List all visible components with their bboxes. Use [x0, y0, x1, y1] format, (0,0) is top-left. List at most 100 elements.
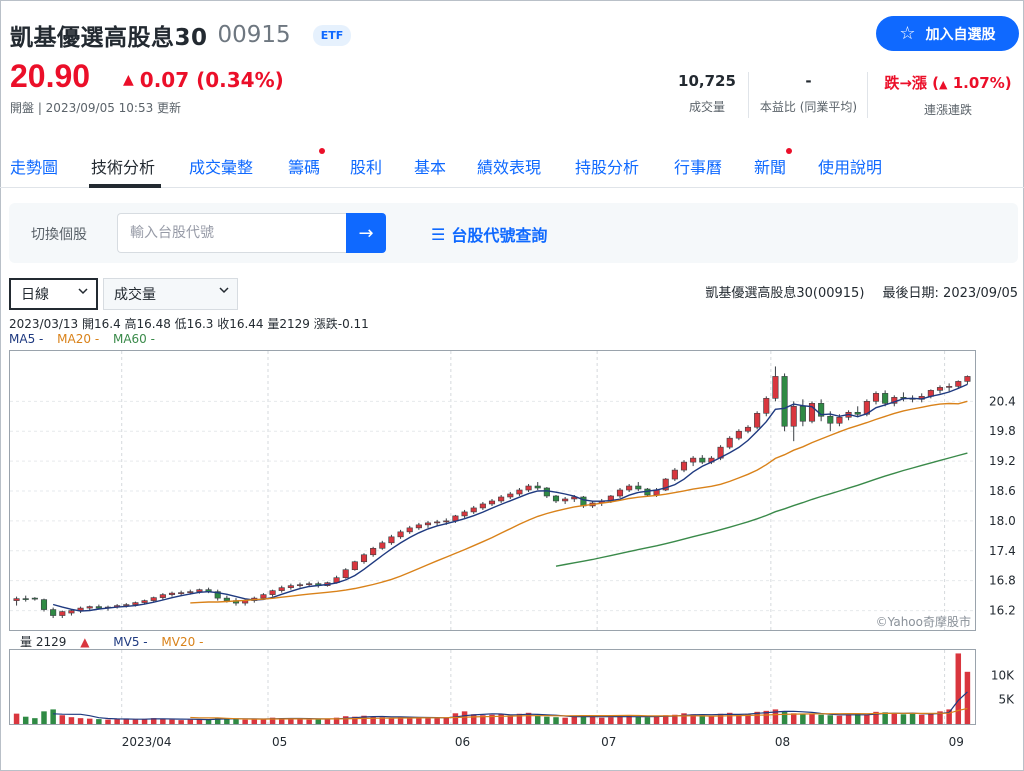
candle-body: [936, 387, 944, 391]
volume-bar: [717, 713, 724, 724]
tab-help[interactable]: 使用說明: [818, 154, 882, 178]
list-icon: ☰: [431, 224, 446, 244]
candle-body: [123, 604, 130, 606]
candle-body: [699, 457, 706, 463]
stock-code-lookup-link[interactable]: ☰ 台股代號查詢: [431, 222, 547, 246]
volume-bar: [708, 715, 715, 724]
stat-volume-label: 成交量: [688, 100, 725, 114]
candle-body: [488, 500, 496, 505]
chart-last-date: 最後日期: 2023/09/05: [882, 286, 1018, 301]
volume-bar: [553, 717, 559, 724]
candle-body: [534, 485, 541, 489]
candle-body: [196, 589, 203, 592]
volume-bar: [562, 717, 568, 724]
volume-bar: [68, 717, 75, 724]
candle-body: [443, 520, 450, 523]
price-change-value: 0.07 (0.34%): [139, 68, 284, 92]
up-triangle-icon: ▲: [80, 635, 90, 649]
volume-bar: [598, 717, 605, 724]
candle-body: [836, 416, 843, 424]
tab-trades[interactable]: 成交彙整: [189, 154, 253, 178]
candle-body: [461, 511, 468, 517]
period-select[interactable]: 日線: [9, 278, 98, 310]
candle-body: [543, 487, 550, 497]
volume-bar: [928, 713, 934, 724]
tab-calendar[interactable]: 行事曆: [674, 154, 722, 178]
volume-bar: [96, 719, 102, 724]
price-change: ▲ 0.07 (0.34%): [123, 68, 284, 92]
yahoo-watermark: ©Yahoo奇摩股市: [876, 614, 971, 629]
new-dot-indicator: [319, 148, 325, 154]
price-tick-label: 17.4: [989, 544, 1016, 558]
candle-body: [397, 531, 404, 538]
stat-pe-value: -: [805, 72, 812, 90]
volume-bar: [169, 719, 175, 724]
price-tick-label: 19.8: [989, 424, 1016, 438]
mv5-legend: MV5 -: [113, 635, 148, 649]
volume-bar: [470, 714, 477, 724]
tab-basic[interactable]: 基本: [414, 154, 446, 178]
volume-chart[interactable]: 5K 10K 2023/04 05 06 07 08 09: [9, 649, 1021, 753]
star-icon: ☆: [899, 23, 916, 44]
tab-performance[interactable]: 績效表現: [477, 154, 541, 178]
candle-body: [223, 597, 230, 601]
volume-value: 量 2129 ▲: [20, 635, 90, 649]
tab-technical[interactable]: 技術分析: [91, 154, 155, 178]
tab-news[interactable]: 新聞: [754, 154, 786, 178]
candle-body: [22, 598, 29, 600]
new-dot-indicator: [786, 148, 792, 154]
up-triangle-icon: ▲: [123, 72, 134, 88]
candle-body: [680, 461, 688, 471]
tab-trend[interactable]: 走勢圖: [10, 154, 58, 178]
candle-body: [86, 606, 93, 609]
stat-divider: [748, 72, 749, 118]
candle-body: [370, 547, 377, 556]
volume-bar: [608, 717, 614, 724]
volume-bar: [13, 713, 20, 724]
chevron-down-icon: [78, 288, 88, 295]
tab-chips[interactable]: 籌碼: [288, 154, 320, 178]
candle-body: [882, 393, 889, 404]
volume-bar: [864, 714, 870, 724]
volume-bar: [443, 717, 450, 724]
volume-bar: [891, 713, 898, 724]
candle-body: [287, 585, 294, 588]
candle-body: [763, 398, 770, 414]
candle-body: [754, 412, 761, 428]
volume-bar: [452, 713, 459, 724]
volume-bar: [790, 713, 797, 724]
volume-bar: [653, 716, 660, 724]
candle-body: [360, 554, 368, 563]
quote-tabs: 走勢圖 技術分析 成交彙整 籌碼 股利 基本 績效表現 持股分析 行事曆 新聞 …: [0, 140, 1024, 188]
indicator-select[interactable]: 成交量: [103, 278, 238, 310]
candle-body: [31, 597, 38, 600]
volume-bar: [964, 671, 971, 724]
quote-title-row: 凱基優選高股息30 00915 ETF: [10, 18, 352, 52]
candlestick-chart[interactable]: 16.2 16.8 17.4 18.0 18.6 19.2 19.8 20.4 ©Yahoo奇…: [9, 350, 1021, 632]
candle-body: [790, 406, 797, 427]
candle-body: [178, 592, 185, 594]
volume-bar: [571, 716, 578, 724]
volume-bar: [836, 715, 843, 724]
volume-bar: [425, 718, 431, 724]
volume-bar: [827, 715, 834, 724]
volume-bar: [59, 715, 66, 724]
volume-bar: [77, 718, 84, 724]
tab-dividend[interactable]: 股利: [350, 154, 382, 178]
volume-bar: [105, 719, 111, 724]
stat-pe-label: 本益比 (同業平均): [759, 100, 858, 114]
candle-body: [424, 522, 432, 526]
volume-bar: [178, 720, 184, 724]
stock-code-input[interactable]: [117, 213, 346, 253]
candle-body: [278, 587, 285, 591]
volume-tick-label: 10K: [991, 668, 1015, 682]
candle-body: [690, 457, 697, 463]
stat-streak-label: 連漲連跌: [923, 103, 972, 117]
volume-bar: [845, 714, 852, 724]
tab-holdings[interactable]: 持股分析: [575, 154, 639, 178]
candle-body: [735, 430, 742, 439]
stock-code-lookup-label: 台股代號查詢: [451, 226, 548, 245]
add-to-watchlist-button[interactable]: ☆ 加入自選股: [876, 16, 1019, 51]
search-submit-button[interactable]: →: [346, 213, 386, 253]
ma60-legend: MA60 -: [112, 332, 155, 346]
